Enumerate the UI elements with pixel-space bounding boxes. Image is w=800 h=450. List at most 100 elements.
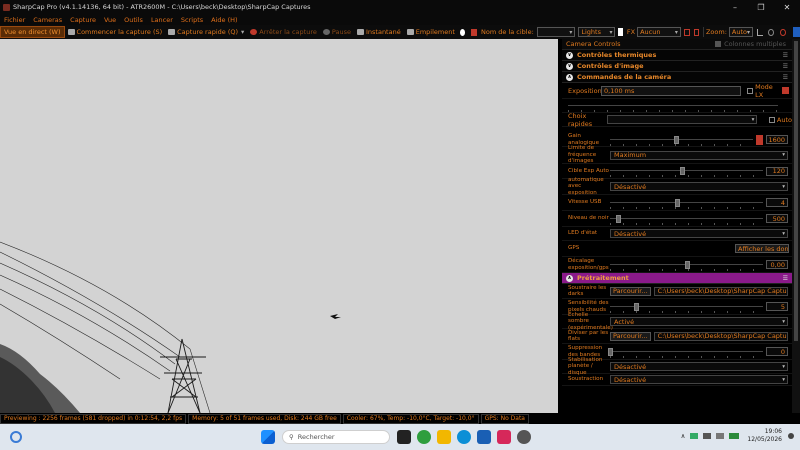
auto-exp-select[interactable]: Désactivé ▾ [610,182,788,191]
sharpcap-taskbar-icon[interactable] [517,430,531,444]
up-arrow-icon[interactable] [782,87,789,94]
black-level-slider[interactable] [610,213,763,225]
grip-icon[interactable]: ☰ [783,74,788,81]
usb-value-box[interactable]: 4 [766,198,788,207]
snapshot-button[interactable]: Instantané [354,26,404,38]
slider-knob[interactable] [673,135,679,144]
circle-icon[interactable] [779,28,786,36]
slider-knob[interactable] [684,260,690,269]
document-icon[interactable] [618,28,623,36]
app-green-icon[interactable] [417,430,431,444]
edge-icon[interactable] [457,430,471,444]
menu-tools[interactable]: Outils [120,16,147,24]
stepper-icon[interactable] [756,134,763,145]
frame-type-select[interactable]: Lights ▾ [578,27,616,37]
reticle-icon[interactable] [683,28,690,36]
wifi-icon[interactable] [690,433,699,439]
grip-icon[interactable]: ☰ [783,52,788,59]
menu-capture[interactable]: Capture [66,16,100,24]
file-explorer-icon[interactable] [437,430,451,444]
stack-button[interactable]: Empilement [404,26,458,38]
zoom-select[interactable]: Auto ▾ [728,27,754,37]
store-icon[interactable] [477,430,491,444]
clock[interactable]: 19:06 12/05/2026 [747,428,782,444]
battery-icon[interactable] [729,433,740,439]
target-icon[interactable] [768,28,774,36]
widgets-icon[interactable] [10,431,22,443]
display-icon[interactable] [703,433,712,439]
taskbar-search[interactable]: ⚲ Rechercher [282,430,390,444]
led-select[interactable]: Désactivé ▾ [610,229,788,238]
offset-value-box[interactable]: 0,00 [766,260,788,269]
start-capture-button[interactable]: Commencer la capture (S) [65,26,166,38]
banding-value-box[interactable]: 0 [766,347,788,356]
target-exp-value-box[interactable]: 120 [766,166,788,176]
flats-browse-button[interactable]: Parcourir... [610,331,651,341]
volume-icon[interactable] [716,433,725,439]
subtract-select[interactable]: Désactivé ▾ [610,375,788,384]
menu-file[interactable]: Fichier [0,16,29,24]
section-camera[interactable]: ∧ Commandes de la caméra ☰ [562,72,792,83]
mode-lx-checkbox[interactable] [747,87,754,94]
auto-checkbox[interactable] [769,116,775,123]
offset-value: 0,00 [770,260,785,269]
live-view-button[interactable]: Vue en direct (W) [0,26,65,38]
section-thermal[interactable]: ∨ Contrôles thermiques ☰ [562,50,792,61]
panel-scrollbar[interactable] [792,39,800,413]
quick-capture-button[interactable]: Capture rapide (Q) ▾ [165,26,247,38]
darks-path-select[interactable]: C:\Users\beck\Desktop\SharpCap Captures\… [653,286,788,296]
notification-icon[interactable] [788,433,794,439]
grip-icon[interactable]: ☰ [783,63,788,70]
pin-icon[interactable] [792,27,800,37]
histogram-chart-icon[interactable] [757,28,764,36]
target-name-input[interactable]: ▾ [536,27,576,37]
usb-slider[interactable] [610,197,763,209]
exposure-slider[interactable] [568,100,778,112]
banding-slider[interactable] [608,346,763,358]
grip-icon[interactable]: ☰ [783,275,788,282]
menu-view[interactable]: Vue [100,16,120,24]
exposure-input[interactable]: 0,100 ms [601,85,742,96]
menu-scripts[interactable]: Scripts [177,16,207,24]
gain-value-box[interactable]: 1600 [766,135,788,144]
focus-icon[interactable] [693,28,700,36]
hot-pixel-slider[interactable] [610,301,763,313]
slider-knob[interactable] [615,214,621,223]
section-preprocessing[interactable]: ∧ Prétraitement ☰ [562,273,792,284]
app-red-icon[interactable] [497,430,511,444]
menu-launch[interactable]: Lancer [147,16,177,24]
planet-select[interactable]: Désactivé ▾ [610,362,788,371]
fx-select[interactable]: Aucun ▾ [637,27,681,37]
dark-scale-select[interactable]: Activé ▾ [610,317,788,326]
maximize-button[interactable]: ❐ [748,0,774,14]
black-level-value-box[interactable]: 500 [766,214,788,223]
chevron-up-icon[interactable]: ∧ [681,432,686,440]
camera-preview[interactable] [0,39,558,413]
histogram-icon[interactable] [471,28,478,36]
pause-button[interactable]: Pause [320,26,354,38]
section-image[interactable]: ∨ Contrôles d'image ☰ [562,61,792,72]
minimize-button[interactable]: – [722,0,748,14]
hot-pixel-value-box[interactable]: 5 [766,302,788,311]
slider-knob[interactable] [634,302,639,311]
close-button[interactable]: ✕ [774,0,800,14]
task-view-icon[interactable] [397,430,411,444]
menu-cameras[interactable]: Cameras [29,16,66,24]
menu-help[interactable]: Aide (H) [207,16,241,24]
slider-knob[interactable] [608,347,613,356]
flats-path-select[interactable]: C:\Users\beck\Desktop\SharpCap Captures\… [653,331,788,341]
scrollbar-thumb[interactable] [794,41,798,341]
darks-browse-button[interactable]: Parcourir... [610,286,651,296]
gps-show-data-button[interactable]: Afficher les donn [735,244,789,253]
offset-slider[interactable] [610,259,763,271]
target-exp-slider[interactable] [610,165,763,177]
framerate-select[interactable]: Maximum ▾ [610,150,788,160]
slider-knob[interactable] [675,198,681,207]
record-dot-icon[interactable] [459,28,466,36]
checkbox-icon[interactable] [715,41,722,47]
windows-start-icon[interactable] [261,430,275,444]
quick-choices-select[interactable]: ▾ [607,115,758,124]
stop-capture-button[interactable]: Arrêter la capture [247,26,320,38]
slider-knob[interactable] [679,167,685,175]
gain-slider[interactable] [610,134,753,146]
